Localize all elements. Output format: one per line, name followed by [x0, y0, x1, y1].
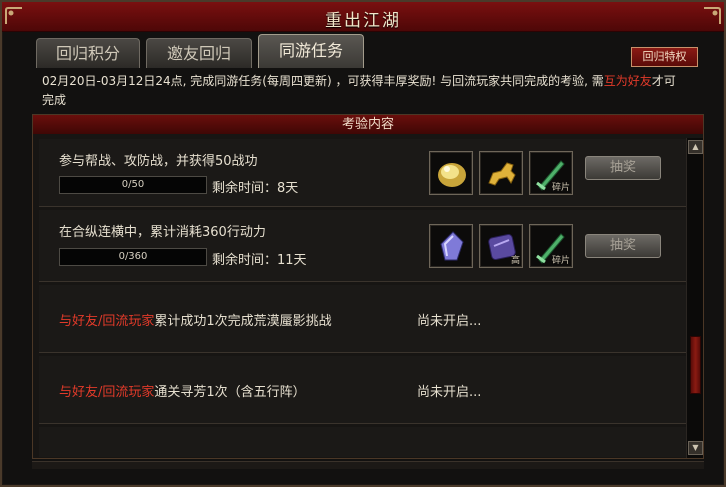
progress-bar: 0/50: [59, 176, 207, 194]
trial-panel: 考验内容 参与帮战、攻防战，并获得50战功 0/50 剩余时间：8天 碎片 抽奖…: [32, 114, 704, 459]
task-status: 尚未开启...: [417, 385, 482, 400]
tab-team-tasks[interactable]: 同游任务: [258, 34, 364, 68]
task-description: 累计成功1次完成荒漠蜃影挑战: [154, 314, 332, 329]
reward-slot[interactable]: 碎片: [529, 151, 573, 195]
task-text: 与好友/回流玩家通关寻芳1次（含五行阵）: [59, 381, 306, 400]
arrow-down-icon[interactable]: ▼: [688, 441, 703, 455]
purple-crystal-icon: [440, 231, 464, 261]
task-status: 尚未开启...: [417, 314, 482, 329]
tab-return-points[interactable]: 回归积分: [36, 38, 140, 68]
grade-tag: 高: [510, 256, 520, 266]
panel-header: 考验内容: [33, 115, 703, 134]
scrollbar[interactable]: ▲ ▼: [686, 138, 703, 458]
title-bar: 重出江湖: [2, 2, 724, 32]
task-text: 在合纵连横中，累计消耗360行动力: [59, 225, 266, 240]
partner-requirement: 与好友/回流玩家: [59, 314, 155, 329]
event-description: 02月20日-03月12日24点, 完成同游任务(每周四更新) ，可获得丰厚奖励…: [42, 72, 682, 110]
gold-ore-icon: [438, 163, 466, 187]
scroll-thumb[interactable]: [690, 336, 701, 394]
task-row: 与好友/回流玩家通关寻芳1次（含五行阵） 尚未开启...: [39, 356, 687, 424]
bottom-rail: [32, 461, 704, 469]
reward-slot[interactable]: 碎片: [529, 224, 573, 268]
draw-lottery-button[interactable]: 抽奖: [585, 234, 661, 258]
description-highlight: 互为好友: [603, 74, 652, 88]
reward-slot[interactable]: [429, 151, 473, 195]
corner-ornament-icon: [704, 7, 721, 24]
window-title: 重出江湖: [325, 11, 401, 31]
task-row: 在合纵连横中，累计消耗360行动力 0/360 剩余时间：11天 高 碎片 抽奖: [39, 210, 687, 282]
partner-requirement: 与好友/回流玩家: [59, 385, 155, 400]
tab-invite-friends[interactable]: 邀友回归: [146, 38, 252, 68]
fragment-tag: 碎片: [551, 256, 570, 266]
reward-slot[interactable]: [479, 151, 523, 195]
reward-slot[interactable]: 高: [479, 224, 523, 268]
task-window: 重出江湖 回归积分 邀友回归 同游任务 回归特权 02月20日-03月12日24…: [0, 0, 726, 487]
remaining-time: 剩余时间：11天: [212, 253, 307, 268]
task-row: 参与帮战、攻防战，并获得50战功 0/50 剩余时间：8天 碎片 抽奖: [39, 139, 687, 207]
description-text: 02月20日-03月12日24点, 完成同游任务(每周四更新) ，可获得丰厚奖励…: [42, 74, 604, 88]
task-text: 参与帮战、攻防战，并获得50战功: [59, 154, 258, 169]
task-description: 通关寻芳1次（含五行阵）: [154, 385, 306, 400]
remaining-time: 剩余时间：8天: [212, 181, 299, 196]
fragment-tag: 碎片: [551, 183, 570, 193]
progress-bar: 0/360: [59, 248, 207, 266]
task-row: [39, 427, 687, 457]
reward-slot[interactable]: [429, 224, 473, 268]
task-text: 与好友/回流玩家累计成功1次完成荒漠蜃影挑战: [59, 310, 332, 329]
arrow-up-icon[interactable]: ▲: [688, 140, 703, 154]
task-row: 与好友/回流玩家累计成功1次完成荒漠蜃影挑战 尚未开启...: [39, 285, 687, 353]
return-privilege-button[interactable]: 回归特权: [631, 47, 698, 67]
golden-horse-icon: [488, 162, 516, 186]
draw-lottery-button[interactable]: 抽奖: [585, 156, 661, 180]
